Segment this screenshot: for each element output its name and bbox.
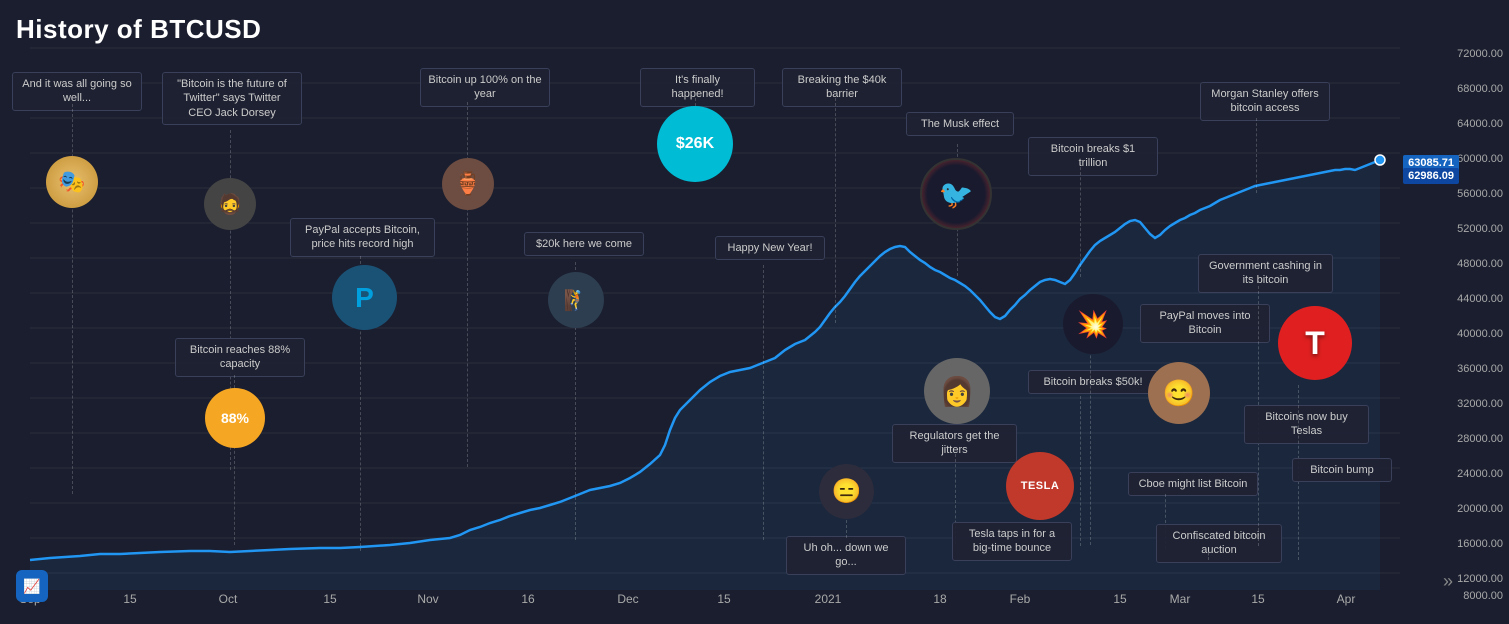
y-label-64000: 64000.00 bbox=[1457, 118, 1503, 130]
x-label-mar: Mar bbox=[1170, 592, 1191, 606]
x-label-15-feb: 15 bbox=[1113, 592, 1126, 606]
x-label-15-mar: 15 bbox=[1251, 592, 1264, 606]
annotation-tesla-bounce: Tesla taps in for a big-time bounce bbox=[952, 522, 1072, 561]
annotation-dorsey: "Bitcoin is the future of Twitter" says … bbox=[162, 72, 302, 125]
y-label-72000: 72000.00 bbox=[1457, 48, 1503, 60]
x-label-15-oct: 15 bbox=[323, 592, 336, 606]
avatar-tesla-t: T bbox=[1278, 306, 1352, 380]
price-badge-low: 62986.09 bbox=[1403, 168, 1459, 184]
annotation-1trillion: Bitcoin breaks $1 trillion bbox=[1028, 137, 1158, 176]
avatar-regulators: 👩 bbox=[924, 358, 990, 424]
annotation-50k: Bitcoin breaks $50k! bbox=[1028, 370, 1158, 394]
avatar-smile-woman: 😊 bbox=[1148, 362, 1210, 424]
annotation-new-year: Happy New Year! bbox=[715, 236, 825, 260]
x-label-feb: Feb bbox=[1010, 592, 1031, 606]
x-label-16: 16 bbox=[521, 592, 534, 606]
y-label-24000: 24000.00 bbox=[1457, 468, 1503, 480]
avatar-going-well: 🎭 bbox=[46, 156, 98, 208]
chevron-right-icon[interactable]: » bbox=[1443, 571, 1453, 592]
y-label-16000: 16000.00 bbox=[1457, 538, 1503, 550]
y-label-12000: 12000.00 bbox=[1457, 573, 1503, 585]
avatar-paypal: P bbox=[332, 265, 397, 330]
avatar-paypal-bitcoin: 💥 bbox=[1063, 294, 1123, 354]
annotation-cboe: Cboe might list Bitcoin bbox=[1128, 472, 1258, 496]
y-label-20000: 20000.00 bbox=[1457, 503, 1503, 515]
x-label-dec: Dec bbox=[617, 592, 638, 606]
ann-line-19 bbox=[1256, 118, 1257, 193]
x-label-15-sep: 15 bbox=[123, 592, 136, 606]
brand-logo: 📈 bbox=[16, 570, 48, 602]
annotation-40k: Breaking the $40k barrier bbox=[782, 68, 902, 107]
avatar-26k: $26K bbox=[657, 106, 733, 182]
x-label-18: 18 bbox=[933, 592, 946, 606]
ann-line-5 bbox=[467, 102, 468, 467]
avatar-dorsey: 🧔 bbox=[204, 178, 256, 230]
annotation-20k: $20k here we come bbox=[524, 232, 644, 256]
annotation-going-well: And it was all going so well... bbox=[12, 72, 142, 111]
annotation-100pct: Bitcoin up 100% on the year bbox=[420, 68, 550, 107]
x-label-nov: Nov bbox=[417, 592, 438, 606]
y-label-36000: 36000.00 bbox=[1457, 363, 1503, 375]
annotation-down: Uh oh... down we go... bbox=[786, 536, 906, 575]
annotation-confiscated: Confiscated bitcoin auction bbox=[1156, 524, 1282, 563]
avatar-88pct: 88% bbox=[205, 388, 265, 448]
avatar-down: 😑 bbox=[819, 464, 874, 519]
y-label-48000: 48000.00 bbox=[1457, 258, 1503, 270]
ann-line-18 bbox=[1208, 548, 1209, 560]
avatar-20k: 🧗 bbox=[548, 272, 604, 328]
x-label-apr: Apr bbox=[1337, 592, 1356, 606]
y-label-52000: 52000.00 bbox=[1457, 223, 1503, 235]
ann-line-14 bbox=[1080, 162, 1081, 277]
x-label-15-dec: 15 bbox=[717, 592, 730, 606]
y-label-44000: 44000.00 bbox=[1457, 293, 1503, 305]
annotation-morgan-stanley: Morgan Stanley offers bitcoin access bbox=[1200, 82, 1330, 121]
annotation-paypal-bitcoin: PayPal moves into Bitcoin bbox=[1140, 304, 1270, 343]
annotation-finally: It's finally happened! bbox=[640, 68, 755, 107]
avatar-100pct: 🏺 bbox=[442, 158, 494, 210]
chart-container: History of BTCUSD bbox=[0, 0, 1509, 624]
avatar-musk: 🐦 bbox=[920, 158, 992, 230]
y-label-60000: 60000.00 bbox=[1457, 153, 1503, 165]
ann-line-8 bbox=[763, 265, 764, 540]
y-label-56000: 56000.00 bbox=[1457, 188, 1503, 200]
y-label-8000: 8000.00 bbox=[1463, 590, 1503, 602]
annotation-paypal: PayPal accepts Bitcoin, price hits recor… bbox=[290, 218, 435, 257]
annotation-bitcoin-bump: Bitcoin bump bbox=[1292, 458, 1392, 482]
annotation-buy-teslas: Bitcoins now buy Teslas bbox=[1244, 405, 1369, 444]
x-label-2021: 2021 bbox=[815, 592, 842, 606]
y-label-28000: 28000.00 bbox=[1457, 433, 1503, 445]
y-label-32000: 32000.00 bbox=[1457, 398, 1503, 410]
annotation-government: Government cashing in its bitcoin bbox=[1198, 254, 1333, 293]
avatar-tesla: TESLA bbox=[1006, 452, 1074, 520]
ann-line-9 bbox=[835, 98, 836, 323]
y-label-68000: 68000.00 bbox=[1457, 83, 1503, 95]
annotation-musk: The Musk effect bbox=[906, 112, 1014, 136]
x-label-oct: Oct bbox=[219, 592, 238, 606]
annotation-88pct: Bitcoin reaches 88% capacity bbox=[175, 338, 305, 377]
ann-line-15 bbox=[1080, 396, 1081, 546]
y-label-40000: 40000.00 bbox=[1457, 328, 1503, 340]
